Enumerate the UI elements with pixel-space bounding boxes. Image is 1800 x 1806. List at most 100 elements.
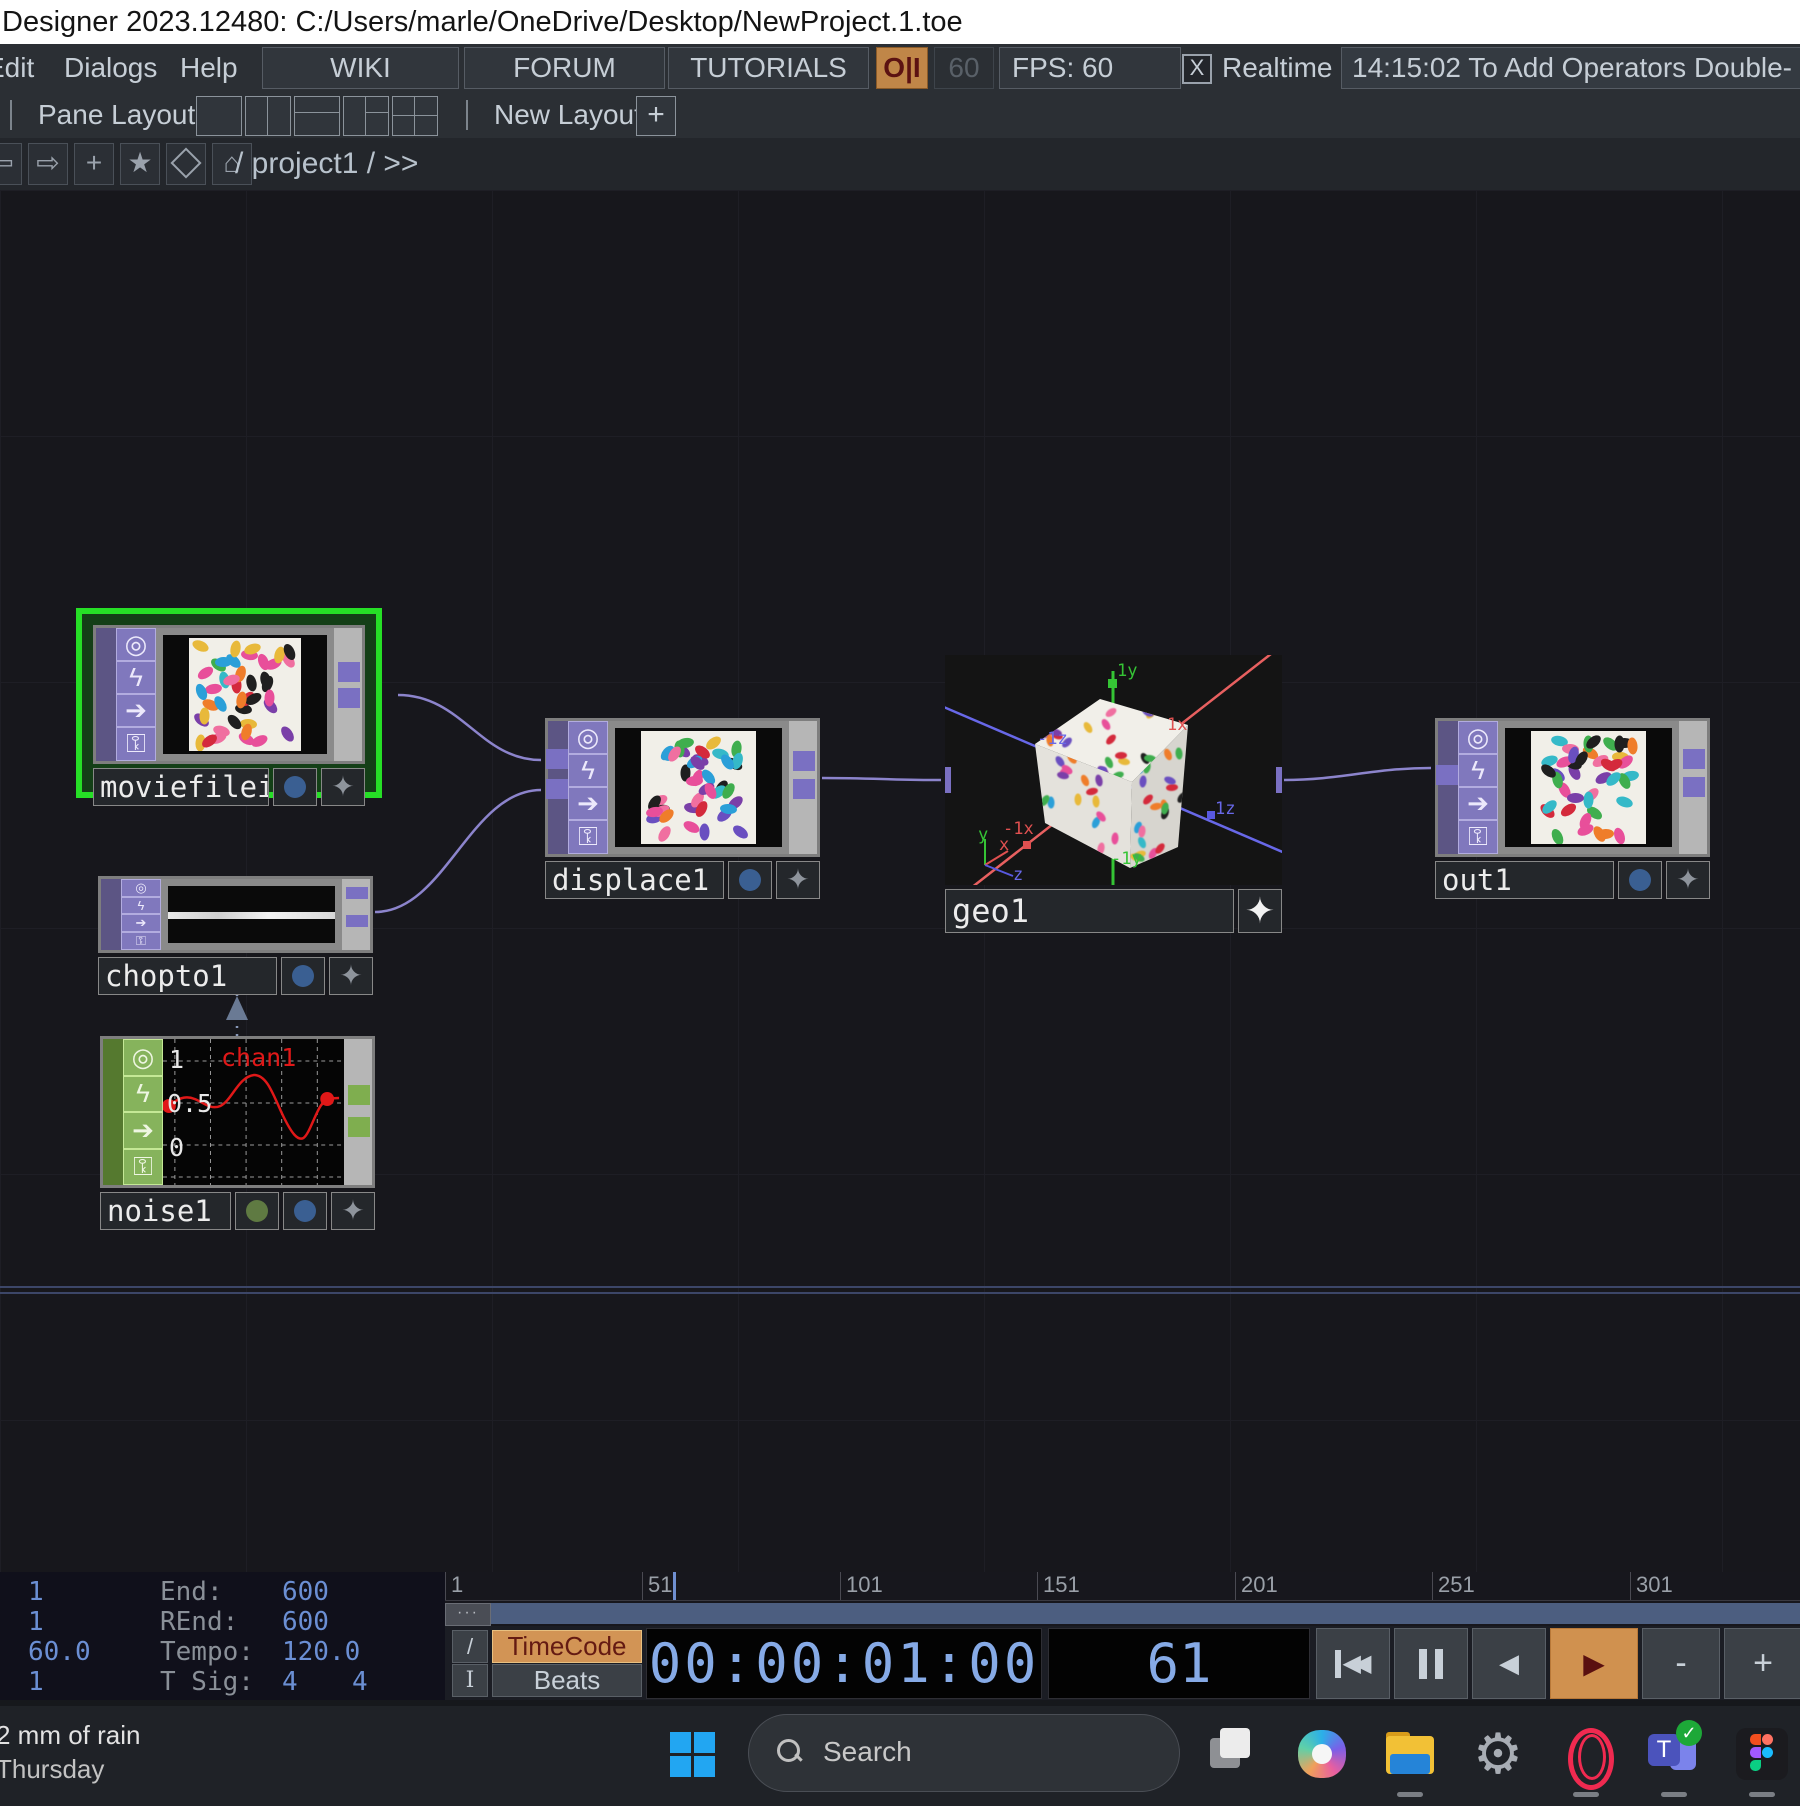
output-connector[interactable] [1276,767,1282,793]
forward-icon[interactable]: ⇨ [28,143,68,185]
rend-value[interactable]: 600 [282,1608,329,1636]
lock-icon[interactable]: ⚿ [123,1149,163,1186]
viewer-icon[interactable]: ◎ [1458,721,1498,754]
node-geo1[interactable]: 1y -1y 1x -1x 1z -1z y x z geo1 ✦ [945,655,1282,937]
geo-3d-viewport[interactable]: 1y -1y 1x -1x 1z -1z y x z [945,655,1282,885]
layout-two-vertical-icon[interactable] [245,96,291,136]
start-value[interactable]: 1 [28,1578,44,1606]
node-noise1[interactable]: ◎ ϟ ➔ ⚿ 1 [100,1036,375,1230]
output-connector[interactable] [338,662,360,682]
node-name[interactable]: chopto1 [98,957,277,995]
node-name[interactable]: moviefilein1 [93,768,269,806]
layout-quad-icon[interactable] [392,96,438,136]
search-icon[interactable] [166,143,206,185]
back-icon[interactable]: ⇦ [0,143,22,185]
node-thumbnail[interactable] [608,721,789,854]
star-badge[interactable]: ✦ [321,768,365,806]
search-input[interactable]: Search [748,1714,1180,1792]
tutorials-button[interactable]: TUTORIALS [668,47,869,89]
opera-gx-icon[interactable] [1560,1728,1612,1780]
new-layout-label[interactable]: New Layout [494,92,642,138]
display-badge[interactable] [728,861,772,899]
input-connector[interactable] [945,767,951,793]
weather-widget[interactable]: 2 mm of rain Thursday [0,1718,141,1786]
viewer-icon[interactable]: ◎ [568,721,608,754]
node-chopto1[interactable]: ◎ ϟ ➔ ⚿ chopto1 ✦ [98,876,373,978]
frame-ruler[interactable]: 1 51 101 151 201 251 301 [445,1572,1800,1601]
menu-dialogs[interactable]: Dialogs [64,44,157,92]
output-connector[interactable] [346,887,368,899]
output-connector[interactable] [348,1085,370,1105]
teams-icon[interactable]: T ✓ [1648,1728,1700,1780]
beats-mode-button[interactable]: Beats [492,1664,642,1697]
node-thumbnail[interactable] [1498,721,1679,854]
bypass-icon[interactable]: ϟ [568,754,608,787]
playhead[interactable] [673,1572,676,1600]
export-arrow-icon[interactable]: ➔ [121,914,161,932]
output-connector[interactable] [346,915,368,927]
realtime-checkbox[interactable]: X [1182,54,1212,84]
star-badge[interactable]: ✦ [1666,861,1710,899]
fps-box[interactable]: FPS: 60 [999,47,1181,89]
bypass-icon[interactable]: ϟ [121,897,161,914]
add-layout-button[interactable]: + [636,96,676,136]
node-chop-graph[interactable]: 1 0.5 0 chan1 [163,1039,344,1185]
settings-gear-icon[interactable]: ⚙ [1472,1728,1524,1780]
rstart-value[interactable]: 1 [28,1608,44,1636]
viewer-badge[interactable] [235,1192,279,1230]
node-thumbnail[interactable] [161,879,342,950]
viewer-icon[interactable]: ◎ [121,879,161,897]
input-connector[interactable] [1436,765,1458,785]
tsig-left-value[interactable]: 1 [28,1668,44,1696]
lock-icon[interactable]: ⚿ [116,727,156,761]
independent-button[interactable]: I [452,1664,488,1697]
node-name[interactable]: out1 [1435,861,1614,899]
display-badge[interactable] [281,957,325,995]
display-badge[interactable] [283,1192,327,1230]
export-arrow-icon[interactable]: ➔ [568,787,608,820]
input-connector[interactable] [546,779,568,799]
star-badge[interactable]: ✦ [331,1192,375,1230]
rate-box[interactable]: 60 [934,47,994,89]
node-name[interactable]: geo1 [945,889,1234,933]
node-displace1[interactable]: ◎ ϟ ➔ ⚿ displace1 ✦ [545,718,820,868]
layout-single-icon[interactable] [196,96,242,136]
export-arrow-icon[interactable]: ➔ [123,1112,163,1149]
node-moviefilein1[interactable]: ◎ ϟ ➔ ⚿ moviefilein1 ✦ [93,625,365,781]
breadcrumb[interactable]: / project1 / >> [235,138,418,190]
lock-icon[interactable]: ⚿ [568,820,608,854]
copilot-icon[interactable] [1296,1728,1348,1780]
output-connector[interactable] [793,751,815,771]
add-pane-icon[interactable]: + [74,143,114,185]
bypass-icon[interactable]: ϟ [123,1076,163,1113]
output-connector[interactable] [338,688,360,708]
display-badge[interactable] [1618,861,1662,899]
export-arrow-icon[interactable]: ➔ [1458,787,1498,820]
menu-edit[interactable]: Edit [0,44,34,92]
play-backward-button[interactable]: ◀ [1472,1628,1546,1699]
layout-three-pane-icon[interactable] [343,96,389,136]
output-connector[interactable] [1683,777,1705,797]
menu-help[interactable]: Help [180,44,238,92]
timecode-mode-button[interactable]: TimeCode [492,1630,642,1663]
star-badge[interactable]: ✦ [1238,889,1282,933]
layout-two-horizontal-icon[interactable] [294,96,340,136]
absolute-frame-button[interactable]: / [452,1630,488,1663]
wiki-button[interactable]: WIKI [262,47,459,89]
lock-icon[interactable]: ⚿ [121,932,161,950]
viewer-icon[interactable]: ◎ [123,1039,163,1076]
io-toggle-button[interactable]: O|I [876,47,928,89]
tempo-value[interactable]: 120.0 [282,1638,360,1666]
bookmark-star-icon[interactable]: ★ [120,143,160,185]
step-forward-button[interactable]: + [1724,1628,1800,1699]
play-forward-button[interactable]: ▶ [1550,1628,1638,1699]
step-back-button[interactable]: - [1642,1628,1720,1699]
output-connector[interactable] [1683,749,1705,769]
network-editor[interactable]: ◎ ϟ ➔ ⚿ moviefilein1 ✦ [0,190,1800,1572]
fps-value[interactable]: 60.0 [28,1638,91,1666]
star-badge[interactable]: ✦ [776,861,820,899]
scrollbar-track[interactable] [491,1603,1800,1624]
node-out1[interactable]: ◎ ϟ ➔ ⚿ out1 ✦ [1435,718,1710,868]
start-button[interactable] [670,1732,716,1778]
node-name[interactable]: displace1 [545,861,724,899]
